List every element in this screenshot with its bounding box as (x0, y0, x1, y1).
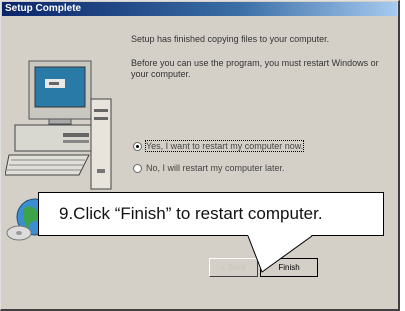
message-restart-required: Before you can use the program, you must… (131, 58, 379, 79)
radio-button[interactable] (133, 141, 142, 151)
setup-complete-dialog: Setup Complete Setup has finished copyin… (0, 0, 400, 311)
instruction-callout: 9.Click “Finish” to restart computer. (38, 192, 384, 236)
back-button[interactable]: < Back (209, 258, 258, 277)
radio-label: No, I will restart my computer later. (146, 163, 285, 173)
radio-restart-now[interactable]: Yes, I want to restart my computer now. (133, 140, 305, 152)
finish-button[interactable]: Finish (260, 258, 318, 277)
radio-restart-later[interactable]: No, I will restart my computer later. (133, 163, 285, 173)
radio-label: Yes, I want to restart my computer now. (144, 140, 305, 152)
title-bar: Setup Complete (2, 2, 397, 16)
message-setup-finished: Setup has finished copying files to your… (131, 34, 330, 44)
radio-button[interactable] (133, 163, 142, 173)
callout-text: 9.Click “Finish” to restart computer. (59, 204, 323, 223)
window-title: Setup Complete (5, 3, 82, 14)
